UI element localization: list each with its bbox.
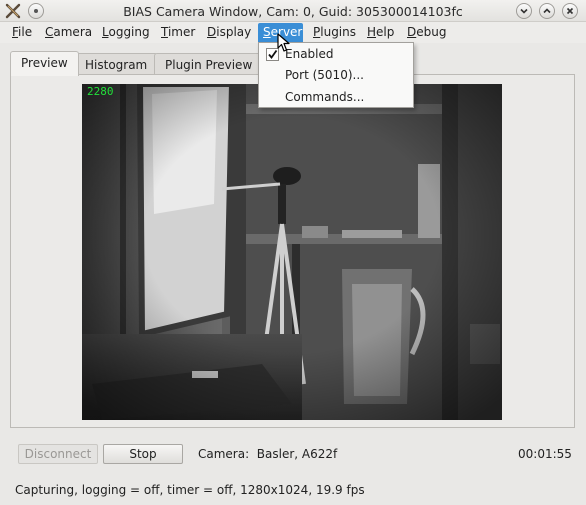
tab-preview[interactable]: Preview bbox=[10, 51, 79, 76]
camera-label: Camera: Basler, A622f bbox=[198, 447, 338, 461]
camera-model: Basler, A622f bbox=[256, 447, 338, 461]
menu-item-commands[interactable]: Commands... bbox=[259, 87, 413, 108]
menu-help[interactable]: Help bbox=[362, 23, 399, 43]
title-bar: BIAS Camera Window, Cam: 0, Guid: 305300… bbox=[0, 0, 586, 22]
menu-camera[interactable]: Camera bbox=[40, 23, 97, 43]
mouse-cursor-icon bbox=[277, 33, 290, 52]
window-title: BIAS Camera Window, Cam: 0, Guid: 305300… bbox=[123, 4, 463, 19]
chevron-down-icon bbox=[520, 8, 528, 14]
status-bar-text: Capturing, logging = off, timer = off, 1… bbox=[15, 483, 365, 497]
menu-timer[interactable]: Timer bbox=[156, 23, 200, 43]
maximize-button[interactable] bbox=[539, 3, 555, 19]
frame-counter: 2280 bbox=[87, 85, 114, 98]
stop-button[interactable]: Stop bbox=[103, 444, 183, 464]
menu-bar: File Camera Logging Timer Display Server… bbox=[0, 22, 586, 43]
menu-debug[interactable]: Debug bbox=[402, 23, 451, 43]
disconnect-button[interactable]: Disconnect bbox=[18, 444, 98, 464]
menu-plugins[interactable]: Plugins bbox=[308, 23, 361, 43]
menu-item-port[interactable]: Port (5010)... bbox=[259, 65, 413, 86]
camera-preview-image: 2280 bbox=[82, 84, 502, 420]
elapsed-time: 00:01:55 bbox=[518, 447, 572, 461]
menu-logging[interactable]: Logging bbox=[97, 23, 155, 43]
close-icon bbox=[566, 7, 574, 15]
minimize-button[interactable] bbox=[516, 3, 532, 19]
tab-plugin-preview[interactable]: Plugin Preview bbox=[154, 53, 264, 75]
camera-frame-graphic bbox=[82, 84, 502, 420]
close-button[interactable] bbox=[562, 3, 578, 19]
chevron-up-icon bbox=[543, 8, 551, 14]
menu-file[interactable]: File bbox=[7, 23, 37, 43]
tab-histogram[interactable]: Histogram bbox=[74, 53, 159, 75]
menu-display[interactable]: Display bbox=[202, 23, 256, 43]
